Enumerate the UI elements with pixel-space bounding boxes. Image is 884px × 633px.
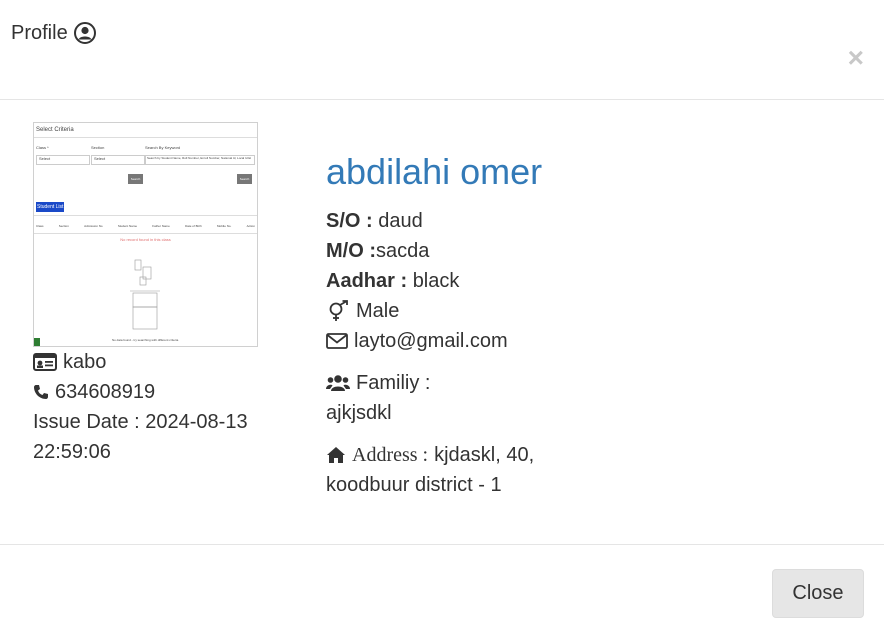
family-row: Familiy :: [326, 368, 846, 398]
aadhar-label: Aadhar :: [326, 270, 408, 292]
phone-icon: [34, 385, 48, 399]
so-label: S/O :: [326, 210, 373, 232]
modal-footer: Close: [0, 544, 884, 633]
modal-title: Profile: [11, 20, 96, 46]
close-icon[interactable]: ×: [848, 44, 864, 72]
address-line2: koodbuur district - 1: [326, 474, 502, 496]
gender-icon: [329, 300, 348, 321]
home-icon: [327, 447, 345, 463]
id-card-icon: [33, 353, 57, 371]
so-value: daud: [378, 210, 423, 232]
issue-date-time: 22:59:06: [33, 441, 111, 463]
photo-keyword-input: Search by Student Name, Roll Number, Enr…: [147, 156, 251, 160]
modal-header: Profile ×: [0, 0, 884, 100]
mo-value: sacda: [376, 240, 430, 262]
photo-footer-text: No data found - try searching with diffe…: [112, 338, 179, 342]
gender-row: Male: [326, 296, 846, 326]
photo-select-criteria: Select Criteria: [36, 127, 74, 133]
photo-section-label: Section: [91, 145, 105, 150]
close-button[interactable]: Close: [772, 569, 864, 618]
photo-table-header: Student Name: [117, 224, 138, 228]
modal-title-text: Profile: [11, 22, 68, 44]
issue-date-label: Issue Date : 2024-08-13: [33, 411, 248, 433]
photo-table-header: Action: [246, 224, 255, 228]
id-card-row: kabo: [33, 347, 303, 377]
address-label: Address :: [352, 444, 429, 466]
left-info: kabo 634608919 Issue Date : 2024-08-13 2…: [33, 347, 303, 467]
photo-section-select: Select: [94, 156, 106, 161]
photo-table-header: Mobile No.: [217, 224, 232, 228]
student-photo: Select Criteria Class * Section Search B…: [33, 122, 258, 347]
address-line1: kjdaskl, 40,: [434, 444, 535, 466]
student-details: abdilahi omer S/O : daud M/O :sacda Aadh…: [326, 150, 846, 500]
aadhar-value: black: [412, 270, 460, 292]
photo-table-header: Class: [36, 224, 44, 228]
address-row: Address : kjdaskl, 40,: [326, 440, 846, 470]
photo-search-button-1: Search: [128, 174, 143, 184]
photo-class-select: Select: [39, 156, 51, 161]
photo-class-label: Class *: [36, 145, 49, 150]
photo-empty-illustration: [130, 259, 160, 330]
mo-label: M/O :: [326, 240, 376, 262]
photo-table-header: Admission No: [84, 224, 103, 228]
id-card-value: kabo: [63, 351, 107, 373]
envelope-icon: [326, 333, 348, 349]
family-value: ajkjsdkl: [326, 402, 392, 424]
family-label: Familiy :: [356, 372, 431, 394]
user-circle-icon: [73, 22, 96, 44]
photo-table-headers: Class Section Admission No Student Name Fath…: [36, 224, 255, 230]
email-value: layto@gmail.com: [354, 330, 508, 352]
so-row: S/O : daud: [326, 206, 846, 236]
users-icon: [326, 375, 350, 391]
student-name: abdilahi omer: [326, 151, 543, 192]
photo-student-list-tab: Student List: [36, 202, 65, 212]
email-row: layto@gmail.com: [326, 326, 846, 356]
photo-search-button-2: Search: [237, 174, 252, 184]
aadhar-row: Aadhar : black: [326, 266, 846, 296]
photo-no-records: No record found in this class: [120, 237, 171, 242]
phone-value: 634608919: [55, 381, 156, 403]
photo-table-header: Date of Birth: [185, 224, 202, 228]
photo-table-header: Section: [58, 224, 69, 228]
gender-value: Male: [356, 300, 400, 322]
photo-table-header: Father Name: [152, 224, 170, 228]
photo-keyword-label: Search By Keyword: [145, 145, 181, 150]
mo-row: M/O :sacda: [326, 236, 846, 266]
phone-row: 634608919: [33, 377, 303, 407]
